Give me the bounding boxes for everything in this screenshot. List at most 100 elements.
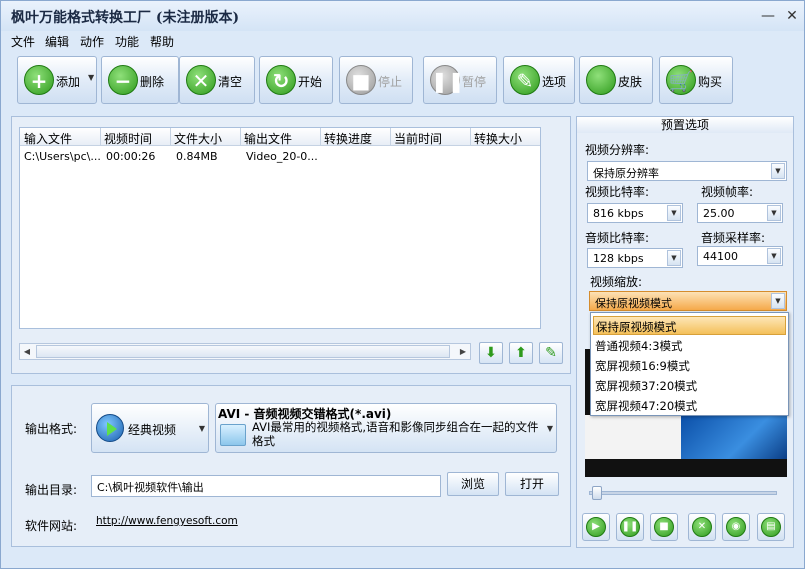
format-select[interactable]: AVI - 音频视频交错格式(*.avi) AVI最常用的视频格式,语音和影像同…	[215, 403, 557, 453]
chevron-down-icon[interactable]: ▼	[767, 205, 781, 221]
col-divider	[320, 128, 321, 146]
buy-button[interactable]: 🛒 购买	[659, 56, 733, 104]
snapshot-button[interactable]: ◉	[722, 513, 750, 541]
stop-play-button[interactable]: ■	[650, 513, 678, 541]
scale-option[interactable]: 宽屏视频47:20模式	[593, 396, 786, 415]
stop-icon: ■	[654, 517, 674, 537]
col-divider	[470, 128, 471, 146]
horizontal-scrollbar[interactable]: ◀ ▶	[19, 343, 471, 360]
move-up-button[interactable]: ⬆	[509, 342, 533, 364]
menu-help[interactable]: 帮助	[150, 33, 174, 50]
menu-function[interactable]: 功能	[115, 33, 139, 50]
scale-select[interactable]: 保持原视频模式 ▼	[589, 291, 787, 311]
cell-input-file: C:\Users\pc\...	[24, 150, 101, 163]
framerate-value: 25.00	[703, 207, 735, 220]
pause-button[interactable]: ❚❚ 暂停	[423, 56, 497, 104]
resolution-select[interactable]: 保持原分辨率 ▼	[587, 161, 787, 181]
framerate-label: 视频帧率:	[701, 185, 754, 199]
arrow-down-icon: ⬇	[485, 345, 497, 361]
options-label: 选项	[542, 75, 567, 89]
play-button[interactable]: ▶	[582, 513, 610, 541]
col-input-file[interactable]: 输入文件	[24, 130, 72, 147]
open-button[interactable]: 打开	[505, 472, 559, 496]
buy-label: 购买	[698, 75, 723, 89]
app-window: 枫叶万能格式转换工厂 (未注册版本) — ✕ 文件 编辑 动作 功能 帮助 + …	[0, 0, 805, 569]
move-down-button[interactable]: ⬇	[479, 342, 503, 364]
col-convert-size[interactable]: 转换大小	[474, 130, 522, 147]
options-button[interactable]: ✎ 选项	[503, 56, 575, 104]
stop-button[interactable]: ■ 停止	[339, 56, 413, 104]
seek-handle[interactable]	[592, 486, 602, 500]
folder-open-button[interactable]: ▤	[757, 513, 785, 541]
chevron-down-icon[interactable]: ▼	[771, 163, 785, 179]
mute-button[interactable]: ✕	[688, 513, 716, 541]
col-divider	[170, 128, 171, 146]
output-format-label: 输出格式:	[25, 422, 78, 436]
scale-value: 保持原视频模式	[595, 297, 672, 310]
title-bar: 枫叶万能格式转换工厂 (未注册版本) — ✕	[1, 1, 804, 31]
audio-bitrate-value: 128 kbps	[593, 252, 644, 265]
samplerate-label: 音频采样率:	[701, 231, 766, 245]
clear-icon: ✕	[186, 65, 216, 95]
edit-button[interactable]: ✎	[539, 342, 563, 364]
format-category-button[interactable]: 经典视频 ▼	[91, 403, 209, 453]
website-link[interactable]: http://www.fengyesoft.com	[96, 515, 238, 527]
options-icon: ✎	[510, 65, 540, 95]
minimize-icon[interactable]: —	[759, 7, 777, 25]
file-table: 输入文件 视频时间 文件大小 输出文件 转换进度 当前时间 转换大小 C:\Us…	[19, 127, 541, 329]
scroll-thumb[interactable]	[36, 345, 450, 358]
chevron-down-icon[interactable]: ▼	[88, 73, 94, 82]
add-label: 添加	[56, 75, 81, 89]
chevron-down-icon[interactable]: ▼	[767, 248, 781, 264]
close-icon[interactable]: ✕	[783, 7, 801, 25]
pause-play-button[interactable]: ❚❚	[616, 513, 644, 541]
folder-icon: ▤	[761, 517, 781, 537]
pause-icon: ❚❚	[430, 65, 465, 95]
scale-label: 视频缩放:	[590, 275, 643, 289]
menu-bar: 文件 编辑 动作 功能 帮助	[1, 31, 804, 51]
apple-icon	[586, 65, 616, 95]
menu-edit[interactable]: 编辑	[45, 33, 69, 50]
audio-bitrate-select[interactable]: 128 kbps ▼	[587, 248, 683, 268]
edit-icon: ✎	[545, 345, 557, 361]
resolution-value: 保持原分辨率	[593, 167, 659, 180]
menu-action[interactable]: 动作	[80, 33, 104, 50]
samplerate-value: 44100	[703, 250, 738, 263]
framerate-select[interactable]: 25.00 ▼	[697, 203, 783, 223]
website-label: 软件网站:	[25, 519, 78, 533]
skin-button[interactable]: 皮肤	[579, 56, 653, 104]
seek-slider[interactable]	[589, 486, 777, 500]
scale-option[interactable]: 宽屏视频16:9模式	[593, 356, 786, 375]
scale-option[interactable]: 宽屏视频37:20模式	[593, 376, 786, 395]
folder-icon	[220, 424, 246, 446]
clear-label: 清空	[218, 75, 243, 89]
scale-option[interactable]: 保持原视频模式	[593, 316, 786, 335]
window-title: 枫叶万能格式转换工厂 (未注册版本)	[11, 10, 240, 26]
chevron-down-icon[interactable]: ▼	[771, 293, 785, 309]
browse-button[interactable]: 浏览	[447, 472, 499, 496]
col-video-time[interactable]: 视频时间	[104, 130, 152, 147]
col-current-time[interactable]: 当前时间	[394, 130, 442, 147]
col-file-size[interactable]: 文件大小	[174, 130, 222, 147]
pause-icon: ❚❚	[620, 517, 640, 537]
clear-button[interactable]: ✕ 清空	[179, 56, 255, 104]
audio-bitrate-label: 音频比特率:	[585, 231, 650, 245]
mute-icon: ✕	[692, 517, 712, 537]
add-button[interactable]: + 添加 ▼	[17, 56, 97, 104]
delete-button[interactable]: − 删除	[101, 56, 179, 104]
stop-label: 停止	[378, 75, 403, 89]
scale-option[interactable]: 普通视频4:3模式	[593, 336, 786, 355]
col-output-file[interactable]: 输出文件	[244, 130, 292, 147]
scroll-left-icon[interactable]: ◀	[20, 344, 34, 359]
col-progress[interactable]: 转换进度	[324, 130, 372, 147]
scroll-right-icon[interactable]: ▶	[456, 344, 470, 359]
start-button[interactable]: ↻ 开始	[259, 56, 333, 104]
video-bitrate-select[interactable]: 816 kbps ▼	[587, 203, 683, 223]
col-divider	[100, 128, 101, 146]
samplerate-select[interactable]: 44100 ▼	[697, 246, 783, 266]
menu-file[interactable]: 文件	[11, 33, 35, 50]
chevron-down-icon[interactable]: ▼	[667, 205, 681, 221]
output-dir-input[interactable]: C:\枫叶视频软件\输出	[91, 475, 441, 497]
skin-label: 皮肤	[618, 75, 643, 89]
chevron-down-icon[interactable]: ▼	[667, 250, 681, 266]
